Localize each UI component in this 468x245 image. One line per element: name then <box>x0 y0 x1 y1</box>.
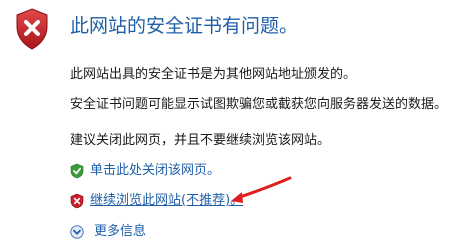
recommendation-text: 建议关闭此网页，并且不要继续浏览该网站。 <box>70 133 331 148</box>
continue-site-link[interactable]: 继续浏览此网站(不推荐)。 <box>90 192 243 210</box>
certificate-error-page: 此网站的安全证书有问题。 此网站出具的安全证书是为其他网站地址颁发的。 安全证书… <box>0 0 468 245</box>
close-page-row[interactable]: 单击此处关闭该网页。 <box>70 162 220 180</box>
shield-error-icon <box>16 8 48 50</box>
close-page-link[interactable]: 单击此处关闭该网页。 <box>90 162 220 180</box>
continue-site-row[interactable]: 继续浏览此网站(不推荐)。 <box>70 192 243 210</box>
security-warning-text: 安全证书问题可能显示试图欺骗您或截获您向服务器发送的数据。 <box>70 97 448 112</box>
more-info-link[interactable]: 更多信息 <box>94 223 146 241</box>
certificate-mismatch-text: 此网站出具的安全证书是为其他网站地址颁发的。 <box>70 67 357 82</box>
shield-check-icon <box>70 163 84 179</box>
page-heading: 此网站的安全证书有问题。 <box>70 15 299 37</box>
red-arrow-annotation <box>231 176 292 203</box>
shield-error-small-icon <box>70 193 84 209</box>
chevron-down-circle-icon[interactable] <box>70 225 84 239</box>
more-info-row[interactable]: 更多信息 <box>70 223 146 241</box>
